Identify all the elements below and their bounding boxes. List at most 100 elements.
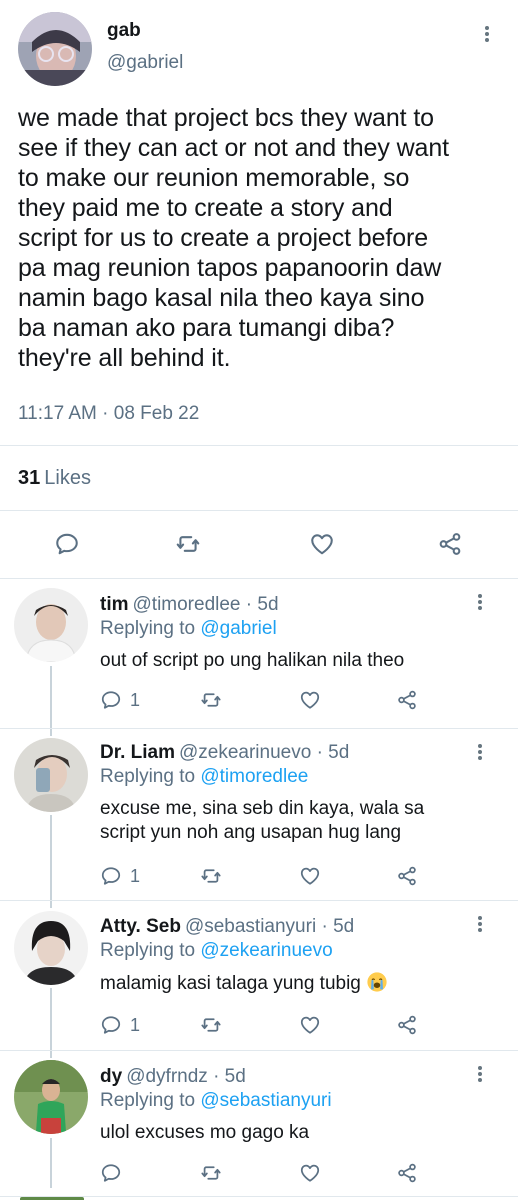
reply-button[interactable]: 1 bbox=[100, 1014, 140, 1036]
author-handle[interactable]: @gabriel bbox=[107, 52, 183, 74]
reply-text: malamig kasi talaga yung tubig bbox=[100, 971, 500, 996]
reply-text-line: script yun noh ang usapan hug lang bbox=[100, 822, 402, 843]
likes-label: Likes bbox=[44, 467, 91, 489]
tweet-text-line: namin bago kasal nila theo kaya sino bbox=[18, 284, 425, 312]
replying-to-label: Replying to bbox=[100, 940, 196, 961]
retweet-button[interactable] bbox=[200, 1014, 222, 1036]
replying-to-label: Replying to bbox=[100, 618, 196, 639]
likes-stat[interactable]: 31 Likes bbox=[18, 467, 91, 490]
more-options-icon[interactable] bbox=[484, 24, 490, 44]
avatar-photo bbox=[14, 911, 88, 985]
share-icon bbox=[396, 1014, 418, 1036]
like-button[interactable] bbox=[299, 1162, 321, 1184]
author-avatar[interactable] bbox=[18, 12, 92, 86]
loudly-crying-face-emoji bbox=[367, 972, 387, 992]
heart-icon bbox=[299, 689, 321, 711]
reply-count: 1 bbox=[130, 689, 141, 710]
reply-text: out of script po ung halikan nila theo bbox=[100, 649, 500, 673]
retweet-icon bbox=[200, 1014, 222, 1036]
reply-time: · 5d bbox=[316, 742, 350, 763]
avatar-photo bbox=[14, 1060, 88, 1134]
retweet-icon bbox=[200, 689, 222, 711]
share-icon bbox=[437, 531, 463, 557]
avatar[interactable] bbox=[14, 1060, 88, 1134]
reply-tweet[interactable]: Dr. Liam @zekearinuevo · 5d Replying to @… bbox=[0, 728, 518, 900]
replying-to-label: Replying to bbox=[100, 1090, 196, 1111]
like-button[interactable] bbox=[299, 865, 321, 887]
reply-author-handle[interactable]: @sebastianyuri bbox=[185, 916, 316, 937]
reply-author-handle[interactable]: @timoredlee bbox=[133, 594, 241, 615]
reply-button[interactable]: 1 bbox=[100, 865, 140, 887]
reply-icon bbox=[100, 1162, 122, 1184]
retweet-button[interactable] bbox=[200, 1162, 222, 1184]
more-options-icon[interactable] bbox=[477, 742, 483, 762]
reply-header: Atty. Seb @sebastianyuri · 5d bbox=[100, 916, 354, 938]
reply-author-name[interactable]: Atty. Seb bbox=[100, 916, 181, 937]
reply-time: · 5d bbox=[321, 916, 355, 937]
tweet-text-line: pa mag reunion tapos papanoorin daw bbox=[18, 254, 442, 282]
reply-text: excuse me, sina seb din kaya, wala sa sc… bbox=[100, 797, 500, 845]
retweet-icon bbox=[175, 531, 201, 557]
tweet-text-line: to make our reunion memorable, so bbox=[18, 164, 410, 192]
replying-to-mention[interactable]: @timoredlee bbox=[200, 766, 308, 787]
share-button[interactable] bbox=[396, 1014, 418, 1036]
share-icon bbox=[396, 1162, 418, 1184]
reply-icon bbox=[100, 1014, 122, 1036]
replying-to-mention[interactable]: @gabriel bbox=[200, 618, 276, 639]
avatar[interactable] bbox=[14, 588, 88, 662]
reply-icon bbox=[100, 865, 122, 887]
share-button[interactable] bbox=[396, 865, 418, 887]
retweet-icon bbox=[200, 865, 222, 887]
replying-to: Replying to @gabriel bbox=[100, 618, 277, 640]
reply-header: dy @dyfrndz · 5d bbox=[100, 1066, 246, 1088]
share-icon bbox=[396, 689, 418, 711]
heart-icon bbox=[299, 865, 321, 887]
reply-text-line: excuse me, sina seb din kaya, wala sa bbox=[100, 798, 425, 819]
retweet-button[interactable] bbox=[175, 531, 201, 557]
divider bbox=[0, 445, 518, 446]
author-name[interactable]: gab bbox=[107, 20, 141, 42]
reply-button[interactable]: 1 bbox=[100, 689, 140, 711]
reply-button[interactable] bbox=[100, 1162, 130, 1184]
avatar-photo bbox=[18, 12, 92, 86]
replying-to-mention[interactable]: @zekearinuevo bbox=[200, 940, 332, 961]
tweet-text-line: they paid me to create a story and bbox=[18, 194, 393, 222]
tweet-text-line: ba naman ako para tumangi diba? bbox=[18, 314, 395, 342]
reply-author-handle[interactable]: @zekearinuevo bbox=[179, 742, 311, 763]
like-button[interactable] bbox=[299, 689, 321, 711]
more-options-icon[interactable] bbox=[477, 914, 483, 934]
tweet-timestamp[interactable]: 11:17 AM · 08 Feb 22 bbox=[18, 403, 199, 425]
tweet-text-line: see if they can act or not and they want bbox=[18, 134, 449, 162]
reply-author-handle[interactable]: @dyfrndz bbox=[126, 1066, 208, 1087]
avatar[interactable] bbox=[14, 911, 88, 985]
share-button[interactable] bbox=[437, 531, 463, 557]
reply-count: 1 bbox=[130, 1014, 141, 1035]
replying-to: Replying to @sebastianyuri bbox=[100, 1090, 332, 1112]
share-icon bbox=[396, 865, 418, 887]
divider bbox=[0, 510, 518, 511]
reply-tweet[interactable]: dy @dyfrndz · 5d Replying to @sebastianyu… bbox=[0, 1050, 518, 1200]
reply-tweet[interactable]: Atty. Seb @sebastianyuri · 5d Replying to… bbox=[0, 900, 518, 1050]
reply-text-line: malamig kasi talaga yung tubig bbox=[100, 971, 500, 996]
reply-author-name[interactable]: Dr. Liam bbox=[100, 742, 175, 763]
retweet-button[interactable] bbox=[200, 689, 222, 711]
tweet-text-line: they're all behind it. bbox=[18, 344, 231, 372]
reply-icon bbox=[54, 531, 80, 557]
reply-button[interactable] bbox=[54, 531, 80, 557]
share-button[interactable] bbox=[396, 1162, 418, 1184]
replying-to-mention[interactable]: @sebastianyuri bbox=[200, 1090, 331, 1111]
like-button[interactable] bbox=[299, 1014, 321, 1036]
share-button[interactable] bbox=[396, 689, 418, 711]
reply-author-name[interactable]: dy bbox=[100, 1066, 122, 1087]
reply-author-name[interactable]: tim bbox=[100, 594, 129, 615]
avatar[interactable] bbox=[14, 738, 88, 812]
avatar-photo bbox=[14, 588, 88, 662]
like-button[interactable] bbox=[309, 531, 335, 557]
more-options-icon[interactable] bbox=[477, 1064, 483, 1084]
reply-text-content: malamig kasi talaga yung tubig bbox=[100, 973, 361, 994]
reply-tweet[interactable]: tim @timoredlee · 5d Replying to @gabriel… bbox=[0, 578, 518, 728]
reply-text: ulol excuses mo gago ka bbox=[100, 1121, 500, 1145]
retweet-button[interactable] bbox=[200, 865, 222, 887]
reply-count: 1 bbox=[130, 865, 141, 886]
more-options-icon[interactable] bbox=[477, 592, 483, 612]
